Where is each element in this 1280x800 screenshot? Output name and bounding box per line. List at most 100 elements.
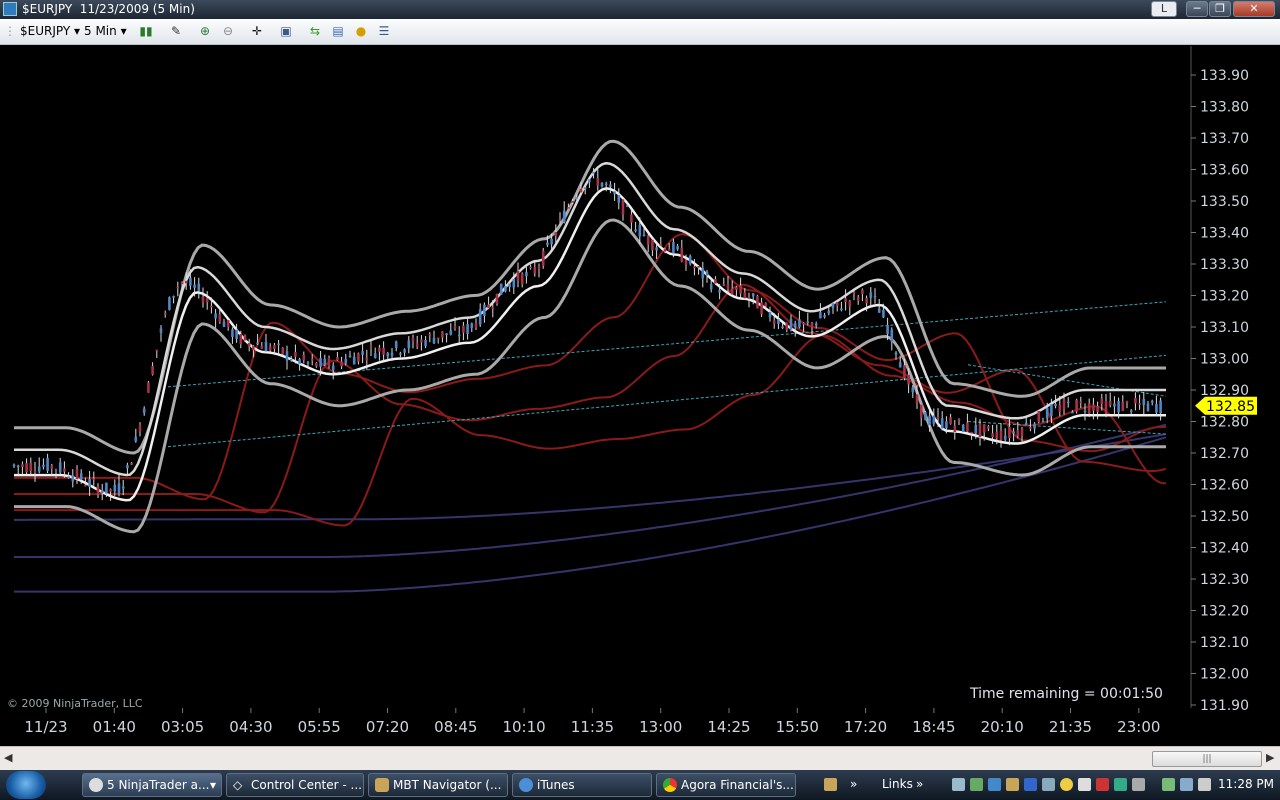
maximize-button[interactable]: ❐ xyxy=(1209,1,1231,17)
candle-body xyxy=(945,421,948,429)
volume-icon[interactable] xyxy=(1198,778,1211,791)
tray-icon-1[interactable] xyxy=(952,778,965,791)
candle-body xyxy=(243,335,247,341)
tray-icon-5[interactable] xyxy=(1060,778,1073,791)
candle-body xyxy=(63,468,66,472)
candle-body xyxy=(718,290,721,293)
tray-icon-2[interactable] xyxy=(970,778,983,791)
candle-body xyxy=(121,486,125,489)
links-chevron-icon[interactable]: » xyxy=(916,777,923,791)
candle-body xyxy=(735,287,738,290)
time-tick-label: 21:35 xyxy=(1049,718,1092,736)
tray-icon-8[interactable] xyxy=(1114,778,1127,791)
group-dropdown-icon[interactable]: ▾ xyxy=(210,774,216,796)
candle-body xyxy=(1041,420,1045,423)
scroll-thumb[interactable]: ||| xyxy=(1152,751,1262,767)
task-agora-financial[interactable]: Agora Financial's... xyxy=(656,773,796,797)
candle-body xyxy=(688,256,692,264)
candle-body xyxy=(449,330,453,335)
candle-body xyxy=(155,349,159,352)
candle-body xyxy=(436,337,440,340)
drawing-tool-icon[interactable]: ✎ xyxy=(168,23,184,39)
task-control-center[interactable]: ◇ Control Center - ... xyxy=(226,773,364,797)
properties-icon[interactable]: ☰ xyxy=(376,23,392,39)
window-title-bar[interactable]: $EURJPY 11/23/2009 (5 Min) L ─ ❐ ✕ xyxy=(0,0,1280,19)
overflow-chevron-icon[interactable]: » xyxy=(850,777,857,791)
bluetooth-icon[interactable] xyxy=(1024,778,1037,791)
close-button[interactable]: ✕ xyxy=(1233,1,1275,17)
start-button[interactable] xyxy=(6,771,46,799)
candle-body xyxy=(772,320,776,325)
price-tick-label: 133.70 xyxy=(1200,131,1249,147)
candle-body xyxy=(256,342,259,345)
zoom-out-icon[interactable]: ⊖ xyxy=(220,23,236,39)
network-status-icon[interactable] xyxy=(1180,778,1193,791)
tray-icon-7[interactable] xyxy=(1096,778,1109,791)
candle-body xyxy=(911,387,915,393)
tray-icon-9[interactable] xyxy=(1132,778,1145,791)
copyright-text: © 2009 NinjaTrader, LLC xyxy=(7,697,143,710)
minimize-button[interactable]: ─ xyxy=(1186,1,1208,17)
candle-body xyxy=(327,357,331,367)
strategy-icon[interactable]: ⇆ xyxy=(307,23,323,39)
candle-body xyxy=(235,329,238,340)
candle-body xyxy=(1134,398,1137,404)
task-label: iTunes xyxy=(537,778,575,792)
candle-body xyxy=(672,242,675,254)
candle-body xyxy=(361,351,364,355)
candle-body xyxy=(201,296,205,303)
bar-style-icon[interactable]: ▮▮ xyxy=(138,23,154,39)
candle-body xyxy=(554,232,558,237)
crosshair-icon[interactable]: ✛ xyxy=(249,23,265,39)
inner-upper-band-line xyxy=(14,161,1166,477)
candle-body xyxy=(197,283,201,291)
scroll-right-arrow[interactable]: ▶ xyxy=(1266,751,1274,764)
inner-lower-band-line xyxy=(14,187,1166,502)
tray-icon-3[interactable] xyxy=(988,778,1001,791)
candle-body xyxy=(877,308,881,313)
tray-icon-4[interactable] xyxy=(1006,778,1019,791)
candle-body xyxy=(781,326,784,328)
candle-body xyxy=(953,425,957,433)
task-label: Agora Financial's... xyxy=(681,778,794,792)
task-ninjatrader[interactable]: 5 NinjaTrader a... ▾ xyxy=(82,773,222,797)
candle-body xyxy=(751,293,755,297)
candle-body xyxy=(1012,431,1015,434)
price-tick-label: 131.90 xyxy=(1200,698,1249,714)
horizontal-scrollbar[interactable]: ◀ ||| ▶ xyxy=(0,746,1280,770)
order-icon[interactable]: ● xyxy=(353,23,369,39)
tray-icon-6[interactable] xyxy=(1078,778,1091,791)
candle-body xyxy=(630,214,633,223)
system-clock[interactable]: 11:28 PM xyxy=(1218,777,1274,791)
power-icon[interactable] xyxy=(1162,778,1175,791)
task-mbt-navigator[interactable]: MBT Navigator (... xyxy=(368,773,508,797)
task-label: 5 NinjaTrader a... xyxy=(107,778,210,792)
data-box-icon[interactable]: ▣ xyxy=(278,23,294,39)
candle-body xyxy=(285,351,289,361)
quicklaunch-icon[interactable] xyxy=(824,778,837,791)
candle-body xyxy=(428,333,432,336)
zoom-in-icon[interactable]: ⊕ xyxy=(197,23,213,39)
interval-selector[interactable]: 5 Min ▾ xyxy=(84,24,127,38)
candle-body xyxy=(365,357,369,361)
candle-body xyxy=(852,292,856,294)
candle-body xyxy=(71,475,75,482)
candle-body xyxy=(1113,403,1116,407)
candle-body xyxy=(1155,404,1158,413)
scroll-left-arrow[interactable]: ◀ xyxy=(4,751,12,764)
candle-body xyxy=(546,242,549,246)
instrument-selector[interactable]: $EURJPY ▾ xyxy=(20,24,80,38)
layout-button[interactable]: L xyxy=(1151,1,1177,17)
candle-body xyxy=(88,479,91,487)
links-toolbar[interactable]: Links xyxy=(882,777,913,791)
candle-body xyxy=(12,464,16,467)
candle-body xyxy=(25,463,28,473)
price-chart[interactable]: 133.90 133.80 133.70 133.60 133.50 133.40 133.… xyxy=(0,46,1280,746)
network-icon[interactable] xyxy=(1042,778,1055,791)
chart-panel[interactable]: 133.90 133.80 133.70 133.60 133.50 133.40 133.… xyxy=(0,46,1280,746)
task-itunes[interactable]: iTunes xyxy=(512,773,652,797)
indicators-icon[interactable]: ▤ xyxy=(330,23,346,39)
candle-body xyxy=(1125,401,1129,403)
candle-body xyxy=(966,422,969,432)
candle-body xyxy=(336,357,339,361)
